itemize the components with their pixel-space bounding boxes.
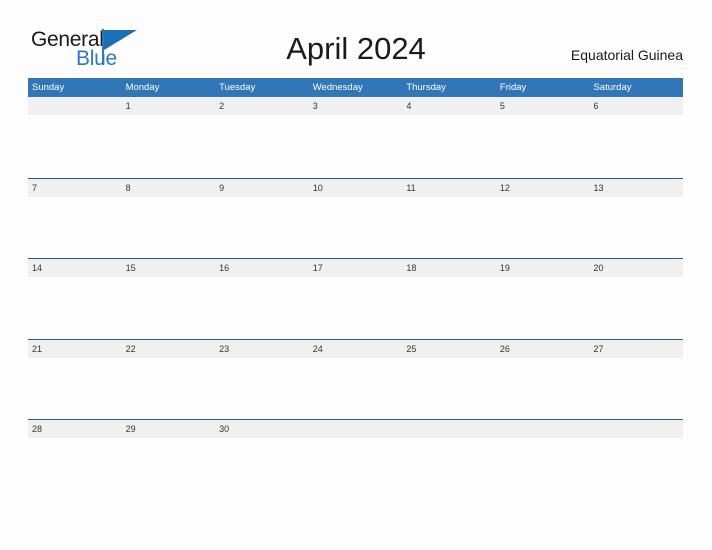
day-cell-20[interactable]: 20 — [589, 259, 684, 338]
day-cell-1[interactable]: 1 — [121, 97, 216, 176]
day-cell-21[interactable]: 21 — [28, 339, 122, 419]
day-cell-25[interactable]: 25 — [402, 339, 496, 419]
calendar-week-row: 28 29 30 — [28, 419, 684, 500]
page-header: General Blue April 2024 Equatorial Guine… — [0, 0, 712, 76]
day-cell-27[interactable]: 27 — [589, 339, 684, 419]
day-cell-16[interactable]: 16 — [215, 259, 309, 338]
day-number: 29 — [125, 424, 136, 434]
day-number: 22 — [125, 343, 136, 354]
weekday-header-sunday: Sunday — [32, 82, 65, 93]
day-number: 18 — [406, 263, 417, 273]
day-number: 19 — [499, 263, 510, 273]
day-cell-28[interactable]: 28 — [28, 420, 122, 499]
day-cell-3[interactable]: 3 — [308, 97, 403, 176]
day-cell-empty — [402, 420, 496, 499]
day-number: 23 — [219, 343, 230, 354]
day-number: 24 — [312, 343, 323, 354]
day-number: 8 — [125, 182, 131, 193]
day-cell-30[interactable]: 30 — [215, 420, 309, 499]
day-cell-empty — [589, 420, 684, 499]
day-number: 20 — [593, 263, 604, 273]
day-number: 13 — [593, 182, 604, 193]
day-number: 12 — [499, 182, 510, 193]
day-number: 26 — [499, 343, 510, 354]
day-cell-8[interactable]: 8 — [121, 178, 216, 258]
day-cell-13[interactable]: 13 — [589, 178, 684, 258]
day-cell-6[interactable]: 6 — [589, 97, 684, 176]
day-cell-22[interactable]: 22 — [121, 339, 216, 419]
day-cell-empty — [495, 420, 590, 499]
day-number: 28 — [32, 424, 43, 434]
day-cell-5[interactable]: 5 — [495, 97, 590, 176]
day-cell-14[interactable]: 14 — [28, 259, 122, 338]
day-cell-26[interactable]: 26 — [495, 339, 590, 419]
day-cell-15[interactable]: 15 — [121, 259, 216, 338]
day-cell-2[interactable]: 2 — [215, 97, 309, 176]
day-number: 10 — [312, 182, 323, 193]
weekday-header-row: Sunday Monday Tuesday Wednesday Thursday Frid… — [28, 78, 683, 97]
day-cell-7[interactable]: 7 — [28, 178, 122, 258]
day-number: 3 — [312, 101, 318, 111]
day-number: 27 — [593, 343, 604, 354]
country-label: Equatorial Guinea — [570, 47, 683, 63]
day-number: 25 — [406, 343, 417, 354]
day-cell-12[interactable]: 12 — [495, 178, 590, 258]
day-number: 2 — [219, 101, 225, 111]
day-cell-19[interactable]: 19 — [495, 259, 590, 338]
calendar-page: General Blue April 2024 Equatorial Guine… — [0, 0, 712, 550]
day-number: 15 — [125, 263, 136, 273]
weekday-header-thursday: Thursday — [406, 82, 446, 93]
weekday-header-saturday: Saturday — [593, 82, 632, 93]
day-number: 11 — [406, 182, 416, 193]
day-number: 16 — [219, 263, 230, 273]
calendar-week-row: 21 22 23 24 25 26 27 — [28, 338, 684, 420]
day-number: 21 — [32, 343, 43, 354]
calendar-grid: Sunday Monday Tuesday Wednesday Thursday Frid… — [28, 78, 684, 500]
day-cell-11[interactable]: 11 — [402, 178, 496, 258]
day-cell-17[interactable]: 17 — [308, 259, 403, 338]
calendar-week-row: 14 15 16 17 18 19 20 — [28, 258, 684, 339]
day-number: 30 — [219, 424, 230, 434]
day-number: 6 — [593, 101, 599, 111]
day-cell-empty — [28, 97, 122, 176]
day-cell-23[interactable]: 23 — [215, 339, 309, 419]
day-cell-29[interactable]: 29 — [121, 420, 216, 499]
day-cell-18[interactable]: 18 — [402, 259, 496, 338]
day-number: 9 — [219, 182, 225, 193]
day-number: 17 — [312, 263, 323, 273]
day-cell-empty — [308, 420, 403, 499]
calendar-week-row: 7 8 9 10 11 12 13 — [28, 177, 684, 259]
day-number: 1 — [125, 101, 131, 111]
weekday-header-tuesday: Tuesday — [219, 82, 256, 93]
day-cell-24[interactable]: 24 — [308, 339, 403, 419]
weekday-header-wednesday: Wednesday — [312, 82, 363, 93]
day-cell-4[interactable]: 4 — [402, 97, 496, 176]
calendar-weeks: 1 2 3 4 5 6 7 8 9 10 11 12 13 14 15 16 17 18 19 20 21 22 23 24 2… — [28, 97, 684, 500]
day-cell-10[interactable]: 10 — [308, 178, 403, 258]
weekday-header-monday: Monday — [125, 82, 160, 93]
day-number: 4 — [406, 101, 412, 111]
weekday-header-friday: Friday — [499, 82, 527, 93]
calendar-week-row: 1 2 3 4 5 6 — [28, 97, 684, 178]
day-number: 5 — [499, 101, 505, 111]
day-number: 14 — [32, 263, 43, 273]
day-number: 7 — [32, 182, 38, 193]
day-cell-9[interactable]: 9 — [215, 178, 309, 258]
